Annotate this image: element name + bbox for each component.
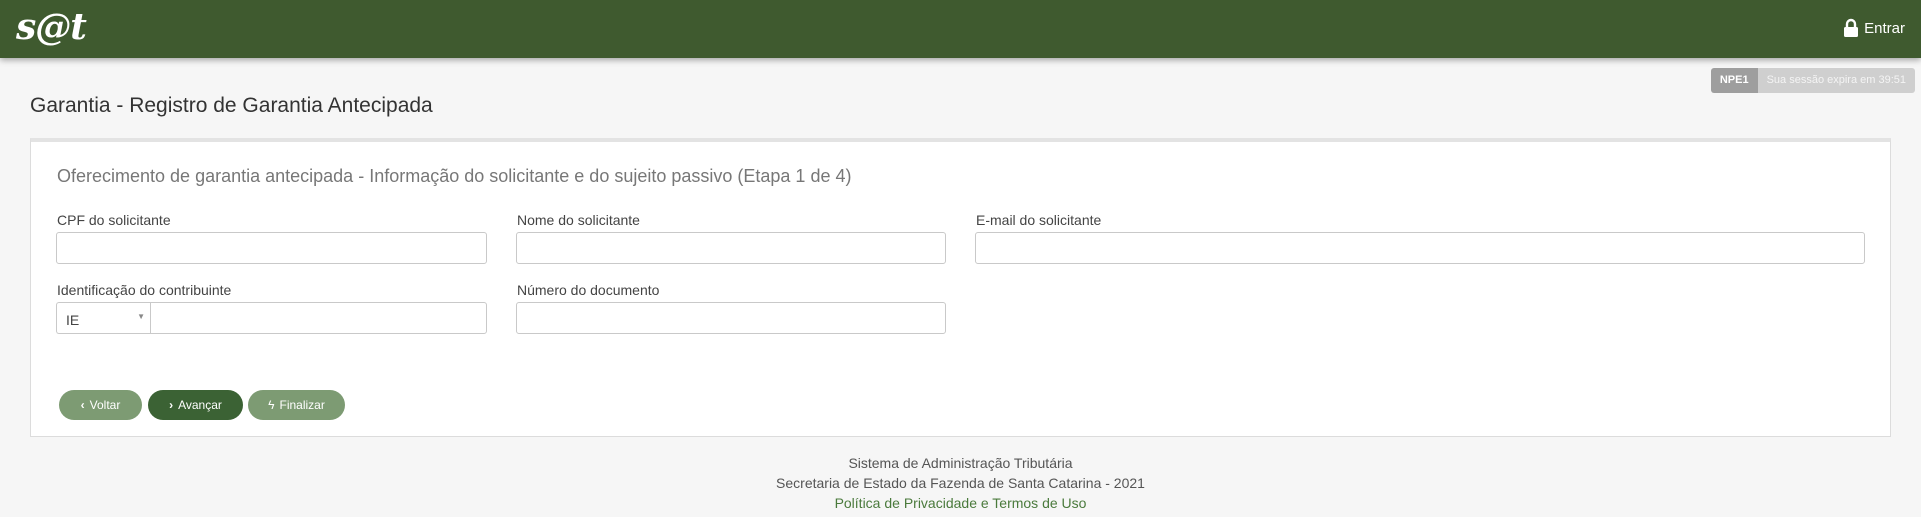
nome-label: Nome do solicitante [517, 212, 640, 228]
chevron-left-icon: ‹ [80, 398, 85, 412]
session-code-badge: NPE1 [1710, 68, 1758, 93]
numero-documento-input[interactable] [516, 302, 946, 334]
voltar-button[interactable]: ‹ Voltar [59, 390, 142, 420]
voltar-label: Voltar [89, 398, 121, 412]
session-expire-text: Sua sessão expira em 39:51 [1757, 68, 1915, 93]
email-label: E-mail do solicitante [976, 212, 1102, 228]
identificacao-input[interactable] [150, 302, 487, 334]
login-button[interactable]: Entrar [1843, 18, 1905, 38]
bolt-icon: ϟ [268, 398, 275, 412]
top-navbar: s@t Entrar [0, 0, 1921, 58]
sat-logo[interactable]: s@t [16, 6, 87, 48]
session-timer: NPE1 Sua sessão expira em 39:51 [1710, 68, 1915, 93]
avancar-label: Avançar [178, 398, 222, 412]
dropdown-caret-icon: ▼ [137, 312, 145, 321]
login-label: Entrar [1864, 19, 1905, 37]
identificacao-type-select[interactable]: IE ▼ [56, 302, 151, 334]
numero-label: Número do documento [517, 282, 660, 298]
footer-line-secretaria: Secretaria de Estado da Fazenda de Santa… [776, 475, 1145, 491]
avancar-button[interactable]: › Avançar [148, 390, 243, 420]
nome-input[interactable] [516, 232, 946, 264]
email-input[interactable] [975, 232, 1865, 264]
footer-line-system: Sistema de Administração Tributária [848, 455, 1073, 471]
finalizar-button[interactable]: ϟ Finalizar [248, 390, 345, 420]
identificacao-type-value: IE [66, 312, 80, 328]
chevron-right-icon: › [169, 398, 174, 412]
panel-title: Oferecimento de garantia antecipada - In… [57, 166, 852, 186]
finalizar-label: Finalizar [279, 398, 325, 412]
identificacao-label: Identificação do contribuinte [57, 282, 232, 298]
lock-icon [1844, 18, 1859, 37]
form-panel: Oferecimento de garantia antecipada - In… [30, 138, 1891, 437]
cpf-label: CPF do solicitante [57, 212, 171, 228]
page-title: Garantia - Registro de Garantia Antecipa… [30, 94, 433, 117]
privacy-terms-link[interactable]: Política de Privacidade e Termos de Uso [0, 495, 1921, 511]
cpf-input[interactable] [56, 232, 487, 264]
